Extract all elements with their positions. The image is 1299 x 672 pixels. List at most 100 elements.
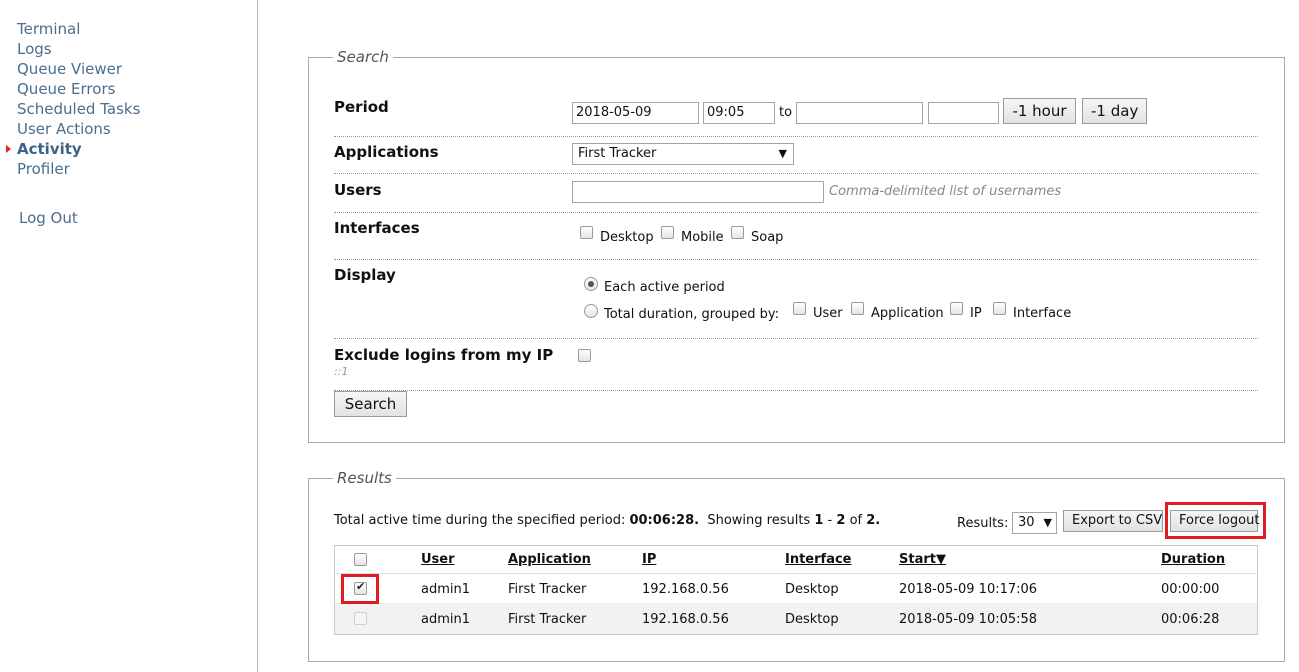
- sidebar-item-label: Activity: [17, 140, 82, 158]
- select-all-checkbox[interactable]: [354, 553, 367, 566]
- interfaces-label: Interfaces: [334, 219, 420, 237]
- sidebar-nav: Terminal Logs Queue Viewer Queue Errors …: [6, 19, 140, 179]
- users-label: Users: [334, 181, 382, 199]
- minus-day-button[interactable]: -1 day: [1082, 98, 1147, 124]
- exclude-ip-checkbox[interactable]: [578, 349, 591, 362]
- total-active-time: 00:06:28.: [629, 513, 700, 528]
- row-select-checkbox[interactable]: [354, 612, 367, 625]
- range-from: 1: [814, 513, 824, 528]
- table-header: User Application IP Interface Start▼ Dur…: [335, 546, 1257, 574]
- interface-desktop-label: Desktop: [600, 230, 654, 245]
- force-logout-highlight: [1165, 502, 1266, 539]
- cell-user: admin1: [421, 582, 471, 597]
- applications-select[interactable]: First Tracker ▼: [572, 143, 794, 165]
- cell-start: 2018-05-09 10:17:06: [899, 582, 1038, 597]
- divider: [334, 212, 1258, 213]
- dropdown-arrow-icon: ▼: [778, 147, 787, 160]
- cell-interface: Desktop: [785, 612, 839, 627]
- to-date-input[interactable]: [796, 102, 923, 124]
- dropdown-arrow-icon: ▼: [1043, 516, 1052, 529]
- display-each-active-radio[interactable]: [584, 277, 598, 291]
- search-button[interactable]: Search: [334, 391, 407, 417]
- results-per-page-label: Results:: [957, 516, 1009, 531]
- range-to: 2: [836, 513, 846, 528]
- cell-application: First Tracker: [508, 612, 587, 627]
- results-per-page-select[interactable]: 30 ▼: [1012, 512, 1057, 534]
- group-interface-checkbox[interactable]: [993, 302, 1006, 315]
- my-ip-value: ::1: [334, 365, 349, 378]
- divider: [334, 338, 1258, 339]
- showing-prefix: Showing results: [707, 513, 811, 528]
- group-ip-label: IP: [970, 306, 982, 321]
- sidebar-item-logs[interactable]: Logs: [17, 39, 140, 59]
- row-checkbox-highlight: [341, 574, 379, 604]
- group-application-checkbox[interactable]: [851, 302, 864, 315]
- interface-soap-checkbox[interactable]: [731, 226, 744, 239]
- sidebar-item-user-actions[interactable]: User Actions: [17, 119, 140, 139]
- minus-hour-button[interactable]: -1 hour: [1003, 98, 1076, 124]
- cell-duration: 00:06:28: [1161, 612, 1220, 627]
- interface-desktop-checkbox[interactable]: [580, 226, 593, 239]
- period-label: Period: [334, 98, 389, 116]
- group-user-checkbox[interactable]: [793, 302, 806, 315]
- column-header-ip[interactable]: IP: [642, 552, 656, 567]
- results-legend: Results: [333, 469, 396, 487]
- cell-user: admin1: [421, 612, 471, 627]
- from-time-input[interactable]: 09:05: [703, 102, 775, 124]
- to-label: to: [779, 105, 793, 120]
- cell-duration: 00:00:00: [1161, 582, 1220, 597]
- active-marker-icon: [6, 145, 11, 153]
- divider: [334, 136, 1258, 137]
- users-hint: Comma-delimited list of usernames: [829, 184, 1062, 199]
- group-application-label: Application: [871, 306, 944, 321]
- column-header-user[interactable]: User: [421, 552, 455, 567]
- applications-selected-value: First Tracker: [578, 146, 657, 161]
- display-total-duration-radio[interactable]: [584, 304, 598, 318]
- sidebar-item-profiler[interactable]: Profiler: [17, 159, 140, 179]
- cell-interface: Desktop: [785, 582, 839, 597]
- cell-start: 2018-05-09 10:05:58: [899, 612, 1038, 627]
- from-date-input[interactable]: 2018-05-09: [572, 102, 699, 124]
- logout-link[interactable]: Log Out: [19, 208, 78, 228]
- sidebar-item-queue-viewer[interactable]: Queue Viewer: [17, 59, 140, 79]
- group-interface-label: Interface: [1013, 306, 1072, 321]
- table-row: admin1 First Tracker 192.168.0.56 Deskto…: [335, 574, 1257, 604]
- divider: [334, 259, 1258, 260]
- search-legend: Search: [333, 48, 393, 66]
- column-header-start[interactable]: Start▼: [899, 552, 946, 567]
- column-header-duration[interactable]: Duration: [1161, 552, 1225, 567]
- range-of: of: [849, 513, 863, 528]
- interface-mobile-label: Mobile: [681, 230, 724, 245]
- cell-ip: 192.168.0.56: [642, 582, 729, 597]
- sidebar-item-queue-errors[interactable]: Queue Errors: [17, 79, 140, 99]
- interface-soap-label: Soap: [751, 230, 784, 245]
- cell-application: First Tracker: [508, 582, 587, 597]
- group-ip-checkbox[interactable]: [950, 302, 963, 315]
- export-csv-button[interactable]: Export to CSV: [1063, 510, 1163, 532]
- sidebar-item-terminal[interactable]: Terminal: [17, 19, 140, 39]
- group-user-label: User: [813, 306, 843, 321]
- summary-prefix: Total active time during the specified p…: [334, 513, 626, 528]
- column-header-interface[interactable]: Interface: [785, 552, 852, 567]
- interface-mobile-checkbox[interactable]: [661, 226, 674, 239]
- table-row: admin1 First Tracker 192.168.0.56 Deskto…: [335, 604, 1257, 634]
- cell-ip: 192.168.0.56: [642, 612, 729, 627]
- users-input[interactable]: [572, 181, 824, 203]
- column-header-application[interactable]: Application: [508, 552, 591, 567]
- display-each-active-label: Each active period: [604, 280, 725, 295]
- range-total: 2.: [866, 513, 881, 528]
- divider: [334, 390, 1258, 391]
- results-summary: Total active time during the specified p…: [334, 513, 880, 528]
- exclude-ip-label: Exclude logins from my IP: [334, 346, 554, 364]
- applications-label: Applications: [334, 143, 439, 161]
- results-table: User Application IP Interface Start▼ Dur…: [334, 545, 1258, 635]
- sidebar-item-scheduled-tasks[interactable]: Scheduled Tasks: [17, 99, 140, 119]
- sidebar: Terminal Logs Queue Viewer Queue Errors …: [0, 0, 258, 672]
- divider: [334, 173, 1258, 174]
- results-per-page-value: 30: [1018, 515, 1035, 530]
- to-time-input[interactable]: [928, 102, 999, 124]
- display-label: Display: [334, 266, 396, 284]
- sidebar-item-activity[interactable]: Activity: [6, 139, 140, 159]
- range-dash: -: [827, 513, 833, 528]
- display-total-duration-label: Total duration, grouped by:: [604, 307, 779, 322]
